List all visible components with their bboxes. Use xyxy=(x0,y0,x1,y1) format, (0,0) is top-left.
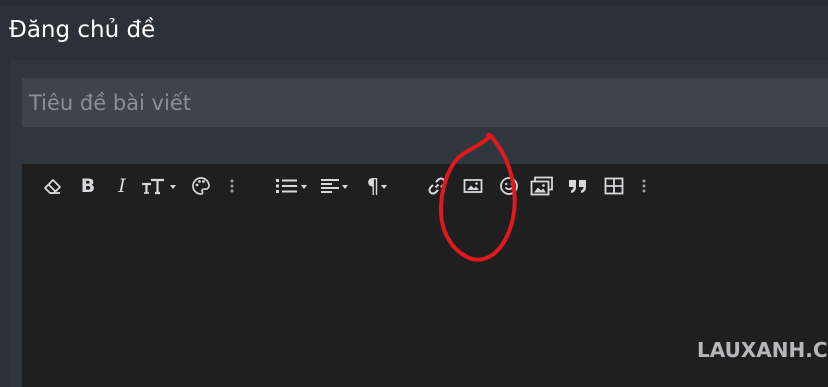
text-size-icon xyxy=(142,178,164,195)
more-text-options-button[interactable] xyxy=(228,175,236,197)
page-title: Đăng chủ đề xyxy=(9,17,156,43)
quote-icon xyxy=(569,180,586,193)
bold-icon: B xyxy=(80,175,96,197)
paragraph-button[interactable]: ¶ xyxy=(362,175,392,197)
paragraph-icon: ¶ xyxy=(366,174,380,198)
remove-format-button[interactable] xyxy=(42,175,64,197)
text-size-button[interactable] xyxy=(140,175,176,197)
top-strip xyxy=(0,0,828,6)
table-icon xyxy=(604,177,624,195)
media-icon xyxy=(530,176,553,196)
chevron-down-icon xyxy=(342,185,348,189)
image-icon xyxy=(463,179,483,193)
list-icon xyxy=(276,179,297,193)
italic-icon: I xyxy=(118,175,126,197)
insert-smilie-button[interactable] xyxy=(498,175,520,197)
thread-title-input[interactable] xyxy=(22,78,828,127)
editor-toolbar: B I ¶ xyxy=(22,164,828,208)
insert-link-button[interactable] xyxy=(426,175,448,197)
link-icon xyxy=(428,177,446,195)
palette-icon xyxy=(192,177,210,195)
insert-media-button[interactable] xyxy=(529,175,555,197)
chevron-down-icon xyxy=(170,185,176,189)
eraser-icon xyxy=(44,179,61,194)
bold-button[interactable]: B xyxy=(78,175,98,197)
more-insert-options-button[interactable] xyxy=(640,175,648,197)
insert-image-button[interactable] xyxy=(462,175,484,197)
smile-icon xyxy=(500,177,518,195)
more-vertical-icon xyxy=(230,179,234,193)
list-button[interactable] xyxy=(274,175,308,197)
quote-button[interactable] xyxy=(566,175,590,197)
watermark: LAUXANH.CC xyxy=(697,338,828,362)
italic-button[interactable]: I xyxy=(112,175,132,197)
text-color-button[interactable] xyxy=(190,175,212,197)
chevron-down-icon xyxy=(301,185,307,189)
align-left-icon xyxy=(321,179,339,193)
insert-table-button[interactable] xyxy=(603,175,625,197)
chevron-down-icon xyxy=(381,185,388,189)
align-button[interactable] xyxy=(318,175,350,197)
more-vertical-icon xyxy=(642,179,646,193)
